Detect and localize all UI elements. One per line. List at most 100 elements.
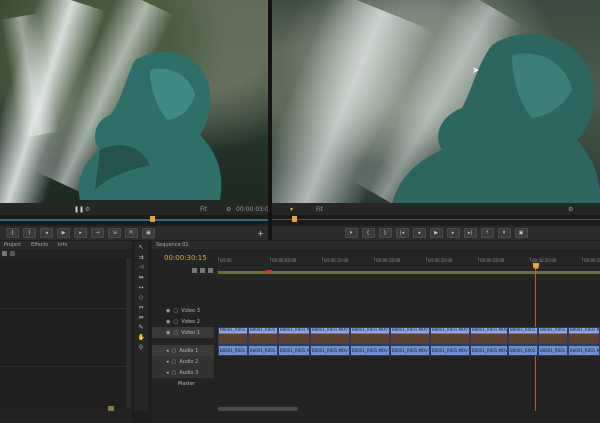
mark-out-button[interactable]: } — [23, 228, 36, 238]
audio-clip[interactable]: B0001_R001.MOV — [248, 345, 278, 356]
audio-clip[interactable]: B0001_R001.MOV — [218, 345, 248, 356]
source-zoom-select[interactable]: Fit — [200, 206, 207, 213]
tab-project[interactable]: Project — [0, 241, 25, 249]
play-button[interactable]: ▶ — [429, 228, 443, 238]
pause-icon[interactable]: ❚❚ — [74, 206, 84, 213]
program-monitor-video[interactable]: ➤ — [272, 0, 600, 203]
audio-clip[interactable]: B0001_R001.MOV — [568, 345, 600, 356]
panel-divider[interactable] — [268, 0, 272, 240]
speaker-icon[interactable]: ◂ — [166, 370, 169, 376]
video-clip[interactable]: B0001_R001.MOV — [248, 327, 278, 345]
tab-effects[interactable]: Effects — [27, 241, 52, 249]
track-video-1[interactable]: ◉ ▢ Video 1 — [152, 327, 214, 338]
tab-info[interactable]: Info — [54, 241, 71, 249]
track-video-3[interactable]: ◉ ▢ Video 3 — [152, 305, 214, 316]
export-frame-button[interactable]: ▣ — [514, 228, 528, 238]
mark-out-button[interactable]: } — [378, 228, 392, 238]
lock-icon[interactable]: ▢ — [172, 348, 177, 354]
track-video-2[interactable]: ◉ ▢ Video 2 — [152, 316, 214, 327]
audio-clip[interactable]: B0001_R001.MOV — [538, 345, 568, 356]
source-scrub-bar[interactable] — [0, 215, 268, 224]
program-playhead-marker-icon[interactable]: ▾ — [290, 206, 293, 213]
icon-view-icon[interactable] — [10, 251, 15, 256]
video-clip[interactable]: B0001_R001.MOV — [430, 327, 470, 345]
timeline-playhead-icon[interactable] — [533, 263, 539, 269]
mark-in-button[interactable]: { — [361, 228, 375, 238]
lift-button[interactable]: ⇡ — [480, 228, 494, 238]
audio-clip[interactable]: B0001_R001.MOV — [430, 345, 470, 356]
video-clip[interactable]: B0001_R001.MOV — [568, 327, 600, 345]
audio-clip[interactable]: B0001_R001.MOV — [508, 345, 538, 356]
lock-icon[interactable]: ▢ — [173, 308, 178, 314]
lock-icon[interactable]: ▢ — [173, 330, 178, 336]
pen-icon[interactable]: ✎ — [138, 324, 145, 331]
audio-clip[interactable]: B0001_R001.MOV — [390, 345, 430, 356]
list-view-icon[interactable] — [2, 251, 7, 256]
audio-clip[interactable]: B0001_R001.MOV — [470, 345, 508, 356]
timeline-timecode[interactable]: 00:00:30:15 — [164, 254, 207, 262]
work-area-bar[interactable] — [218, 271, 600, 274]
new-item-icon[interactable] — [108, 406, 114, 411]
track-audio-3[interactable]: ◂ ▢ Audio 3 — [152, 367, 214, 378]
marker-button[interactable]: ▾ — [344, 228, 358, 238]
lock-icon[interactable]: ▢ — [172, 359, 177, 365]
video-clip[interactable]: B0001_R001.MOV — [310, 327, 350, 345]
audio-clip[interactable]: B0001_R001.MOV — [310, 345, 350, 356]
video-clip[interactable]: B0001_R001.MOV — [470, 327, 508, 345]
video-clip[interactable]: B0001_R001.MOV — [538, 327, 568, 345]
step-forward-button[interactable]: ▸ — [74, 228, 87, 238]
program-settings-icon[interactable]: ⚙ — [568, 206, 573, 213]
video-clip[interactable]: B0001_R001.MOV — [350, 327, 390, 345]
tab-sequence[interactable]: Sequence 01 — [152, 241, 193, 249]
go-out-button[interactable]: → — [91, 228, 104, 238]
ripple-edit-icon[interactable]: ⊣ — [138, 264, 145, 271]
lock-icon[interactable]: ▢ — [173, 319, 178, 325]
selection-icon[interactable]: ↖ — [138, 244, 145, 251]
eye-icon[interactable]: ◉ — [166, 308, 170, 314]
slide-icon[interactable]: ⇎ — [138, 314, 145, 321]
video-clip[interactable]: B0001_R001.MOV — [390, 327, 430, 345]
go-out-button[interactable]: ▸| — [463, 228, 477, 238]
video-clip[interactable]: B0001_R001.MOV — [218, 327, 248, 345]
settings-icon[interactable]: ⚙ — [226, 206, 231, 213]
add-button-icon[interactable]: + — [257, 229, 264, 238]
extract-button[interactable]: ⇞ — [497, 228, 511, 238]
razor-icon[interactable]: ◇ — [138, 294, 145, 301]
play-button[interactable]: ▶ — [57, 228, 70, 238]
eye-icon[interactable]: ◉ — [166, 319, 170, 325]
speaker-icon[interactable]: ◂ — [166, 359, 169, 365]
step-back-button[interactable]: ◂ — [40, 228, 53, 238]
speaker-icon[interactable]: ◂ — [166, 348, 169, 354]
work-area-start-marker[interactable] — [266, 270, 272, 273]
source-playhead-icon[interactable] — [150, 216, 155, 222]
program-scrub-bar[interactable] — [272, 215, 600, 224]
link-icon[interactable] — [208, 268, 213, 273]
track-audio-1[interactable]: ◂ ▢ Audio 1 — [152, 345, 214, 356]
wrench-icon[interactable]: ⚙ — [85, 206, 90, 213]
marker-icon[interactable] — [200, 268, 205, 273]
mark-in-button[interactable]: { — [6, 228, 19, 238]
rate-stretch-icon[interactable]: ↔ — [138, 284, 145, 291]
timeline-scrollbar[interactable] — [218, 407, 298, 411]
go-in-button[interactable]: |◂ — [395, 228, 409, 238]
eye-icon[interactable]: ◉ — [166, 330, 170, 336]
track-select-icon[interactable]: ⇉ — [138, 254, 145, 261]
slip-icon[interactable]: ⇔ — [138, 304, 145, 311]
project-list[interactable] — [0, 258, 126, 408]
video-clip[interactable]: B0001_R001.MOV — [508, 327, 538, 345]
project-scrollbar[interactable] — [126, 258, 131, 408]
program-zoom-select[interactable]: Fit — [316, 206, 323, 213]
track-audio-2[interactable]: ◂ ▢ Audio 2 — [152, 356, 214, 367]
zoom-icon[interactable]: ⚲ — [138, 344, 145, 351]
track-master[interactable]: Master — [152, 378, 214, 389]
audio-clip[interactable]: B0001_R001.MOV — [278, 345, 310, 356]
video-clip[interactable]: B0001_R001.MOV — [278, 327, 310, 345]
insert-button[interactable]: ⇲ — [108, 228, 121, 238]
hand-icon[interactable]: ✋ — [138, 334, 145, 341]
overwrite-button[interactable]: ⇱ — [125, 228, 138, 238]
rolling-edit-icon[interactable]: ⇹ — [138, 274, 145, 281]
export-frame-button[interactable]: ▣ — [142, 228, 155, 238]
lock-icon[interactable]: ▢ — [172, 370, 177, 376]
step-forward-button[interactable]: ▸ — [446, 228, 460, 238]
step-back-button[interactable]: ◂ — [412, 228, 426, 238]
